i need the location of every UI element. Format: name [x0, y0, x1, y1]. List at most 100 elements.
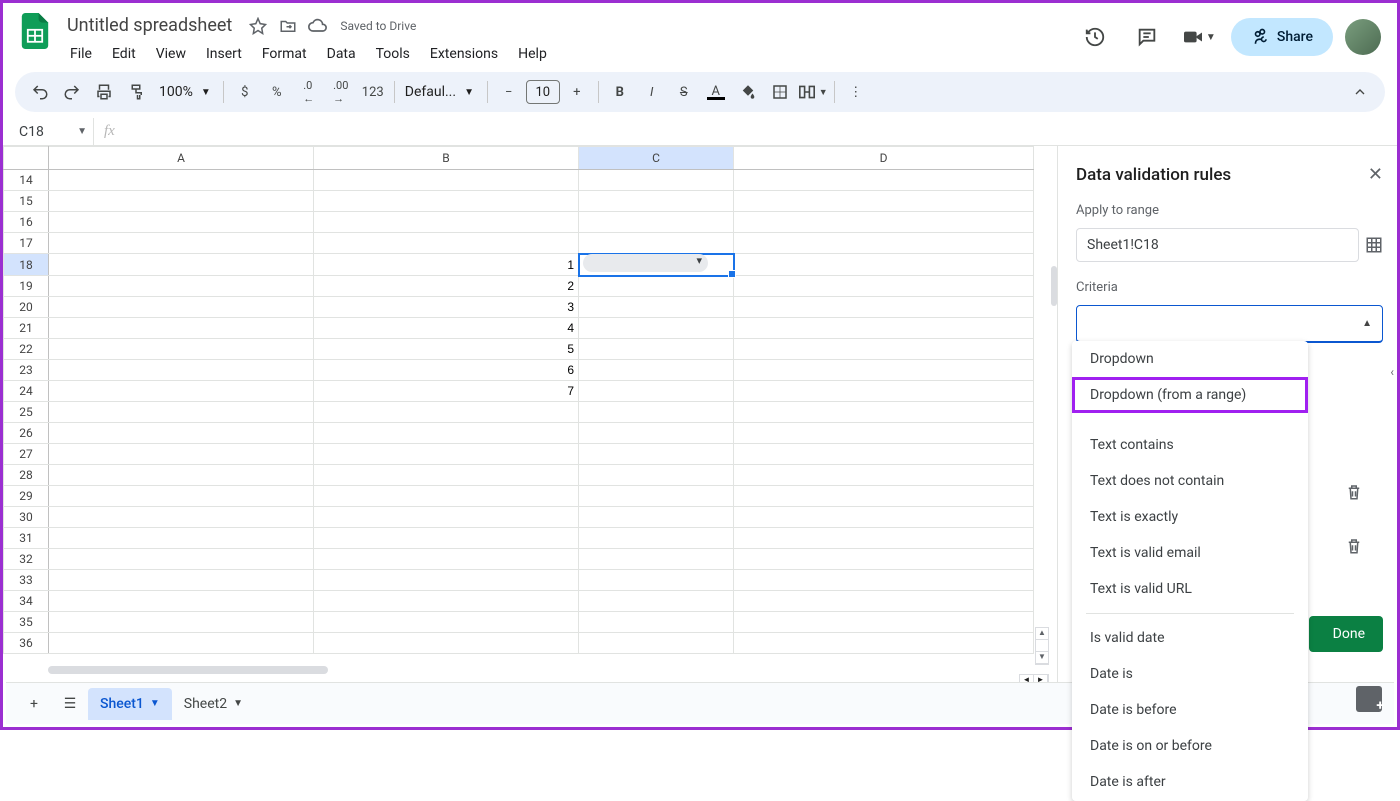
cell-B25[interactable] [314, 402, 579, 423]
font-family-select[interactable]: Defaul...▼ [401, 84, 481, 100]
explore-button[interactable] [1356, 686, 1382, 712]
cell-C19[interactable] [579, 276, 734, 297]
share-button[interactable]: Share [1231, 18, 1333, 56]
menu-insert[interactable]: Insert [197, 42, 251, 66]
sheet-tab-sheet1[interactable]: Sheet1▼ [88, 688, 172, 720]
cell-D15[interactable] [734, 191, 1034, 212]
font-size-input[interactable]: 10 [526, 80, 560, 104]
decrease-font-button[interactable]: − [494, 77, 524, 107]
cell-B34[interactable] [314, 591, 579, 612]
criteria-option[interactable]: Text does not contain [1072, 463, 1308, 499]
percent-button[interactable]: % [262, 77, 292, 107]
cell-C14[interactable] [579, 170, 734, 191]
cell-D26[interactable] [734, 423, 1034, 444]
all-sheets-button[interactable]: ☰ [52, 686, 88, 722]
cell-D34[interactable] [734, 591, 1034, 612]
cell-B26[interactable] [314, 423, 579, 444]
cell-A33[interactable] [49, 570, 314, 591]
row-header-31[interactable]: 31 [4, 528, 49, 549]
name-box[interactable]: C18▼ [13, 122, 93, 142]
print-button[interactable] [89, 77, 119, 107]
row-header-36[interactable]: 36 [4, 633, 49, 654]
cell-D17[interactable] [734, 233, 1034, 254]
cell-D22[interactable] [734, 339, 1034, 360]
italic-button[interactable]: I [637, 77, 667, 107]
more-formats-button[interactable]: 123 [358, 77, 388, 107]
cell-D35[interactable] [734, 612, 1034, 633]
add-sheet-button[interactable]: + [16, 686, 52, 722]
cell-C17[interactable] [579, 233, 734, 254]
cell-B36[interactable] [314, 633, 579, 654]
delete-icon[interactable] [1345, 537, 1363, 555]
cell-A19[interactable] [49, 276, 314, 297]
row-header-27[interactable]: 27 [4, 444, 49, 465]
cell-A14[interactable] [49, 170, 314, 191]
apply-range-input[interactable]: Sheet1!C18 [1076, 228, 1359, 262]
cell-D19[interactable] [734, 276, 1034, 297]
cell-C16[interactable] [579, 212, 734, 233]
cell-A17[interactable] [49, 233, 314, 254]
cell-B15[interactable] [314, 191, 579, 212]
cell-B23[interactable]: 6 [314, 360, 579, 381]
star-icon[interactable] [248, 16, 268, 36]
cell-D33[interactable] [734, 570, 1034, 591]
cell-C21[interactable] [579, 318, 734, 339]
comments-icon[interactable] [1127, 17, 1167, 57]
show-side-panel-button[interactable]: ‹ [1390, 365, 1394, 379]
select-range-icon[interactable] [1365, 236, 1383, 254]
cell-A23[interactable] [49, 360, 314, 381]
row-header-32[interactable]: 32 [4, 549, 49, 570]
menu-view[interactable]: View [147, 42, 195, 66]
criteria-option[interactable]: Dropdown [1072, 341, 1308, 377]
cell-B21[interactable]: 4 [314, 318, 579, 339]
cell-C36[interactable] [579, 633, 734, 654]
cell-A28[interactable] [49, 465, 314, 486]
cell-C32[interactable] [579, 549, 734, 570]
cell-B18[interactable]: 1 [314, 254, 579, 276]
menu-extensions[interactable]: Extensions [421, 42, 507, 66]
cell-C34[interactable] [579, 591, 734, 612]
criteria-option[interactable]: Text is valid email [1072, 535, 1308, 571]
cell-B32[interactable] [314, 549, 579, 570]
paint-format-button[interactable] [121, 77, 151, 107]
menu-tools[interactable]: Tools [367, 42, 419, 66]
increase-font-button[interactable]: + [562, 77, 592, 107]
undo-button[interactable] [25, 77, 55, 107]
cell-A20[interactable] [49, 297, 314, 318]
cell-D29[interactable] [734, 486, 1034, 507]
menu-data[interactable]: Data [318, 42, 365, 66]
criteria-option[interactable]: Date is on or before [1072, 728, 1308, 764]
cell-A21[interactable] [49, 318, 314, 339]
column-header-B[interactable]: B [314, 147, 579, 170]
cell-C25[interactable] [579, 402, 734, 423]
document-title[interactable]: Untitled spreadsheet [61, 13, 238, 38]
cell-A31[interactable] [49, 528, 314, 549]
cell-C15[interactable] [579, 191, 734, 212]
menu-format[interactable]: Format [253, 42, 316, 66]
cell-C30[interactable] [579, 507, 734, 528]
cell-D18[interactable] [734, 254, 1034, 276]
cell-D16[interactable] [734, 212, 1034, 233]
cell-B17[interactable] [314, 233, 579, 254]
done-button[interactable]: Done [1309, 616, 1383, 652]
cell-B16[interactable] [314, 212, 579, 233]
cell-A36[interactable] [49, 633, 314, 654]
cell-B24[interactable]: 7 [314, 381, 579, 402]
move-icon[interactable] [278, 16, 298, 36]
cloud-saved-icon[interactable] [308, 16, 328, 36]
criteria-option[interactable]: Dropdown (from a range) [1072, 377, 1308, 413]
row-header-25[interactable]: 25 [4, 402, 49, 423]
row-header-28[interactable]: 28 [4, 465, 49, 486]
cell-C33[interactable] [579, 570, 734, 591]
row-header-35[interactable]: 35 [4, 612, 49, 633]
sheets-logo[interactable] [15, 11, 55, 51]
criteria-option[interactable]: Text is valid URL [1072, 571, 1308, 607]
meet-button[interactable]: ▼ [1179, 17, 1219, 57]
row-header-26[interactable]: 26 [4, 423, 49, 444]
criteria-option[interactable]: Date is after [1072, 764, 1308, 800]
cell-C23[interactable] [579, 360, 734, 381]
cell-D36[interactable] [734, 633, 1034, 654]
cell-A18[interactable] [49, 254, 314, 276]
cell-A25[interactable] [49, 402, 314, 423]
quick-scroll-vertical[interactable]: ▲▼ [1035, 627, 1049, 665]
